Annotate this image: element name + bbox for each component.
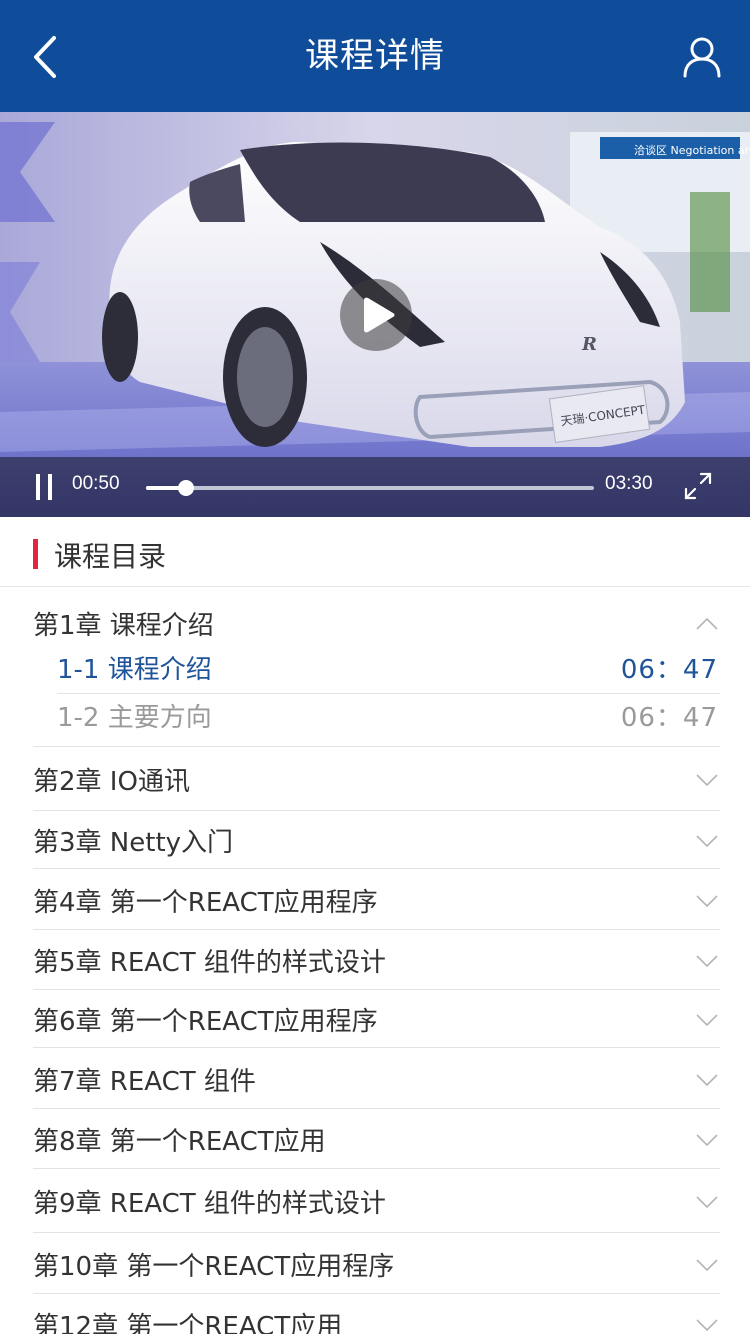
chevron-down-icon[interactable] [696, 894, 718, 908]
progress-thumb[interactable] [178, 480, 195, 496]
chapter-item[interactable]: 第3章 Netty入门 [33, 811, 720, 869]
chevron-down-icon[interactable] [696, 1195, 718, 1209]
chapter-item[interactable]: 第5章 REACT 组件的样式设计 [33, 930, 720, 990]
chapter-title: 第12章 第一个REACT应用 [33, 1312, 343, 1334]
lesson-title: 1-1 课程介绍 [57, 655, 212, 685]
catalog-header: 课程目录 [0, 517, 750, 587]
chapter-item[interactable]: 第10章 第一个REACT应用程序 [33, 1233, 720, 1294]
lesson-duration: 06：47 [620, 655, 718, 685]
fullscreen-icon[interactable] [683, 471, 713, 501]
chevron-down-icon[interactable] [696, 773, 718, 787]
chapter-item[interactable]: 第2章 IO通讯 [33, 747, 720, 811]
chevron-down-icon[interactable] [696, 954, 718, 968]
play-button[interactable] [340, 279, 412, 351]
chevron-down-icon[interactable] [696, 1133, 718, 1147]
chevron-down-icon[interactable] [696, 1073, 718, 1087]
chevron-down-icon[interactable] [696, 1013, 718, 1027]
svg-text:R: R [581, 334, 597, 355]
chapter-item[interactable]: 第8章 第一个REACT应用 [33, 1109, 720, 1169]
page-title: 课程详情 [305, 36, 445, 76]
chapter-item[interactable]: 第6章 第一个REACT应用程序 [33, 990, 720, 1048]
total-time: 03:30 [605, 473, 653, 494]
chevron-up-icon[interactable] [696, 617, 718, 631]
chevron-down-icon[interactable] [696, 1318, 718, 1332]
progress-slider[interactable] [146, 480, 594, 496]
lesson-item[interactable]: 1-1 课程介绍 06：47 [33, 643, 720, 691]
chapter-title: 第9章 REACT 组件的样式设计 [33, 1189, 386, 1219]
chapter-title: 第1章 课程介绍 [33, 611, 214, 641]
chapter-item[interactable]: 第1章 课程介绍 1-1 课程介绍 06：47 1-2 主要方向 06：47 [33, 587, 720, 747]
chapter-title: 第7章 REACT 组件 [33, 1067, 256, 1097]
top-nav-bar: 课程详情 [0, 0, 750, 112]
chevron-down-icon[interactable] [696, 1258, 718, 1272]
accent-bar [33, 539, 38, 569]
play-icon [364, 297, 395, 333]
chapter-title: 第6章 第一个REACT应用程序 [33, 1007, 378, 1037]
lesson-duration: 06：47 [620, 703, 718, 733]
video-player[interactable]: 洽谈区 Negotiation area 天瑞·CONCEPT R 00:50 … [0, 112, 750, 517]
chevron-down-icon[interactable] [696, 834, 718, 848]
video-controls-bar: 00:50 03:30 [0, 457, 750, 517]
lesson-title: 1-2 主要方向 [57, 703, 212, 733]
chapter-title: 第4章 第一个REACT应用程序 [33, 888, 378, 918]
sign-text: 洽谈区 Negotiation area [634, 144, 750, 157]
chapter-item[interactable]: 第4章 第一个REACT应用程序 [33, 869, 720, 930]
chapter-title: 第3章 Netty入门 [33, 828, 234, 858]
current-time: 00:50 [72, 473, 120, 494]
chapter-title: 第8章 第一个REACT应用 [33, 1127, 326, 1157]
chapter-title: 第5章 REACT 组件的样式设计 [33, 948, 386, 978]
chapter-item[interactable]: 第12章 第一个REACT应用 [33, 1294, 720, 1334]
catalog-title: 课程目录 [54, 540, 167, 573]
pause-icon[interactable] [34, 474, 54, 500]
user-icon[interactable] [682, 36, 722, 78]
lesson-item[interactable]: 1-2 主要方向 06：47 [33, 691, 720, 739]
chapter-title: 第2章 IO通讯 [33, 767, 190, 797]
chapter-item[interactable]: 第7章 REACT 组件 [33, 1048, 720, 1109]
chapter-item[interactable]: 第9章 REACT 组件的样式设计 [33, 1169, 720, 1233]
chapter-list: 第1章 课程介绍 1-1 课程介绍 06：47 1-2 主要方向 06：47 第2章 IO… [33, 587, 720, 1334]
chapter-title: 第10章 第一个REACT应用程序 [33, 1252, 395, 1282]
